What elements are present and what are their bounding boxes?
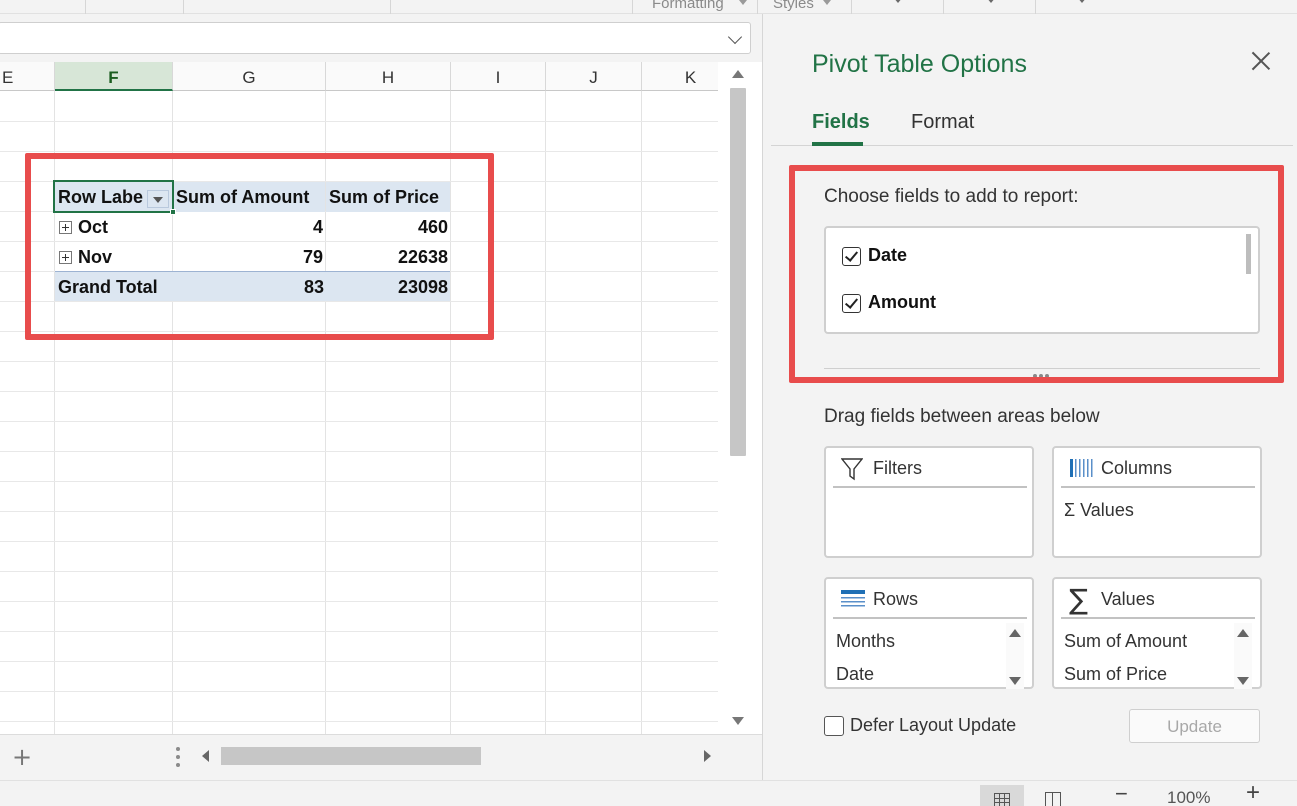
column-header-i[interactable]: I [451, 62, 546, 91]
columns-icon [1070, 459, 1093, 477]
field-list-highlight-box [789, 165, 1284, 383]
grid-line [0, 121, 718, 122]
ribbon-separator [757, 0, 758, 14]
chevron-down-icon [823, 0, 831, 5]
area-title: Filters [873, 458, 922, 478]
column-header-g[interactable]: G [173, 62, 326, 91]
scroll-down-icon[interactable] [732, 717, 744, 725]
rows-area[interactable]: Rows Months Date [824, 577, 1034, 689]
update-button[interactable]: Update [1129, 709, 1260, 743]
grid-line [0, 691, 718, 692]
normal-view-button[interactable] [980, 785, 1024, 806]
zoom-out-button[interactable]: − [1115, 781, 1128, 806]
chevron-down-icon[interactable] [1077, 0, 1087, 3]
grid-line [545, 91, 546, 734]
drag-fields-label: Drag fields between areas below [824, 406, 1100, 427]
close-icon[interactable] [1251, 51, 1271, 71]
chevron-down-icon [739, 0, 747, 5]
active-tab-indicator [812, 142, 863, 146]
zoom-level[interactable]: 100% [1167, 788, 1210, 806]
columns-area[interactable]: Columns Σ Values [1052, 446, 1262, 558]
grid-line [641, 91, 642, 734]
chevron-down-icon[interactable] [893, 0, 903, 3]
scrollbar-thumb[interactable] [730, 88, 746, 456]
area-item-date[interactable]: Date [836, 664, 874, 685]
ribbon-styles-button[interactable]: Styles [773, 0, 814, 12]
scroll-right-icon[interactable] [704, 750, 711, 762]
column-header-h[interactable]: H [326, 62, 451, 91]
area-item-sum-price[interactable]: Sum of Price [1064, 664, 1167, 685]
area-item-sum-amount[interactable]: Sum of Amount [1064, 631, 1187, 652]
status-bar: − 100% + [0, 779, 1297, 806]
area-title: Columns [1101, 458, 1173, 478]
defer-layout-checkbox[interactable] [824, 716, 844, 736]
tab-fields[interactable]: Fields [812, 111, 870, 134]
vertical-scrollbar[interactable] [726, 62, 750, 734]
column-header-j[interactable]: J [546, 62, 642, 91]
grid-line [0, 451, 718, 452]
pivot-highlight-box [25, 153, 494, 340]
ribbon-separator [1035, 0, 1036, 14]
ribbon-separator [183, 0, 184, 14]
chevron-down-icon[interactable] [727, 29, 743, 45]
ribbon-separator [390, 0, 391, 14]
area-header: Columns [1061, 448, 1255, 488]
formula-bar-input[interactable] [0, 22, 751, 54]
area-title: Values [1101, 589, 1155, 609]
column-header-k[interactable]: K [642, 62, 718, 91]
filters-area[interactable]: Filters [824, 446, 1034, 558]
ribbon-separator [632, 0, 633, 14]
grid-line [0, 481, 718, 482]
grid-line [0, 391, 718, 392]
formula-bar-row [0, 14, 762, 62]
values-area[interactable]: ∑ Values Sum of Amount Sum of Price [1052, 577, 1262, 689]
defer-layout-label[interactable]: Defer Layout Update [850, 715, 1016, 736]
grid-line [0, 631, 718, 632]
panel-title: Pivot Table Options [812, 50, 1027, 78]
grid-line [0, 151, 718, 152]
ribbon-formatting-button[interactable]: Formatting [652, 0, 724, 12]
scroll-up-icon[interactable] [1009, 629, 1021, 637]
excel-window: Formatting Styles E F G H I J K Row Labe… [0, 0, 1297, 806]
grid-line [0, 601, 718, 602]
column-header-e[interactable]: E [0, 62, 55, 91]
scroll-down-icon[interactable] [1237, 677, 1249, 685]
horizontal-scrollbar-thumb[interactable] [221, 747, 481, 765]
area-item-months[interactable]: Months [836, 631, 895, 652]
scroll-down-icon[interactable] [1009, 677, 1021, 685]
tab-format[interactable]: Format [911, 111, 974, 134]
area-header: Rows [833, 579, 1027, 619]
grid-line [0, 661, 718, 662]
chevron-down-icon[interactable] [986, 0, 996, 3]
area-header: ∑ Values [1061, 579, 1255, 619]
column-header-f[interactable]: F [55, 62, 173, 91]
grid-line [0, 511, 718, 512]
grid-icon [994, 793, 1010, 806]
more-icon[interactable] [176, 747, 180, 769]
sigma-icon: ∑ [1069, 583, 1088, 616]
ribbon-separator [943, 0, 944, 14]
grid-line [0, 721, 718, 722]
grid-line [0, 571, 718, 572]
area-item-values[interactable]: Σ Values [1064, 500, 1134, 521]
area-title: Rows [873, 589, 919, 609]
page-layout-icon[interactable] [1045, 792, 1061, 806]
area-header: Filters [833, 448, 1027, 488]
scroll-up-icon[interactable] [732, 70, 744, 78]
pivot-options-panel: Pivot Table Options Fields Format Choose… [762, 14, 1297, 780]
grid-line [0, 541, 718, 542]
add-sheet-button[interactable]: + [12, 743, 32, 771]
scroll-up-icon[interactable] [1237, 629, 1249, 637]
rows-icon [841, 590, 865, 607]
scroll-left-icon[interactable] [202, 750, 209, 762]
filter-icon [841, 458, 863, 481]
zoom-in-button[interactable]: + [1246, 779, 1260, 806]
grid-line [0, 421, 718, 422]
ribbon-separator [851, 0, 852, 14]
ribbon-separator [85, 0, 86, 14]
sheet-tabs-bar: + [0, 734, 762, 780]
ribbon: Formatting Styles [0, 0, 1297, 14]
grid-line [0, 361, 718, 362]
